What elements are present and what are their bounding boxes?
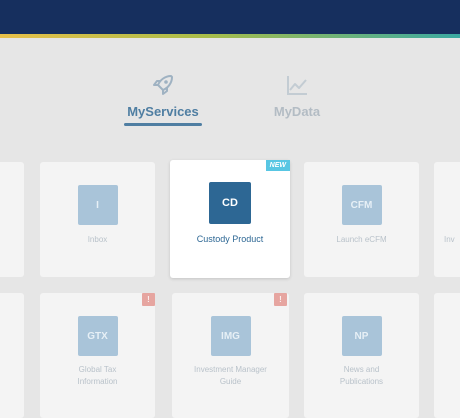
tile-global-tax-information[interactable]: ! GTX Global Tax Information	[40, 293, 155, 418]
tab-myservices-label: MyServices	[127, 104, 199, 119]
new-badge: NEW	[265, 160, 290, 171]
tile-partial-left-row1[interactable]	[0, 162, 24, 277]
img-label-line2: Guide	[219, 377, 242, 386]
line-chart-icon	[287, 76, 307, 95]
tab-mydata[interactable]: MyData	[262, 72, 332, 119]
tile-custody-product[interactable]: NEW CD Custody Product	[170, 160, 290, 278]
top-header-bar	[0, 0, 460, 34]
tile-inbox[interactable]: I Inbox	[40, 162, 155, 277]
np-logo: NP	[341, 316, 382, 356]
gtx-label-line1: Global Tax	[78, 365, 117, 374]
gtx-label: Global Tax Information	[46, 364, 149, 388]
header-accent-stripe	[0, 34, 460, 38]
ecfm-logo: CFM	[341, 185, 382, 225]
tile-investment-manager-guide[interactable]: ! IMG Investment Manager Guide	[172, 293, 289, 418]
gtx-logo: GTX	[77, 316, 118, 356]
ecfm-label: Launch eCFM	[336, 235, 387, 244]
np-label: News and Publications	[310, 364, 413, 388]
custody-product-logo: CD	[209, 182, 251, 224]
tile-news-and-publications[interactable]: NP News and Publications	[304, 293, 419, 418]
alert-badge: !	[274, 293, 287, 306]
gtx-label-line2: Information	[77, 377, 118, 386]
custody-product-label: Custody Product	[196, 234, 264, 244]
active-tab-indicator	[124, 123, 202, 126]
tile-partial-left-row2[interactable]	[0, 293, 24, 418]
np-label-line2: Publications	[339, 377, 384, 386]
tile-launch-ecfm[interactable]: CFM Launch eCFM	[304, 162, 419, 277]
partial-right-label: Inv	[444, 235, 455, 244]
tab-myservices[interactable]: MyServices	[118, 72, 208, 126]
np-label-line1: News and	[343, 365, 380, 374]
img-logo: IMG	[210, 316, 251, 356]
img-label-line1: Investment Manager	[194, 365, 267, 374]
inbox-label: Inbox	[87, 235, 108, 244]
tile-partial-right-row2[interactable]	[434, 293, 460, 418]
alert-badge: !	[142, 293, 155, 306]
tab-mydata-label: MyData	[273, 104, 321, 119]
inbox-logo: I	[77, 185, 118, 225]
rocket-icon	[153, 75, 173, 95]
tile-partial-right-row1[interactable]: Inv	[434, 162, 460, 277]
img-label: Investment Manager Guide	[178, 364, 283, 388]
